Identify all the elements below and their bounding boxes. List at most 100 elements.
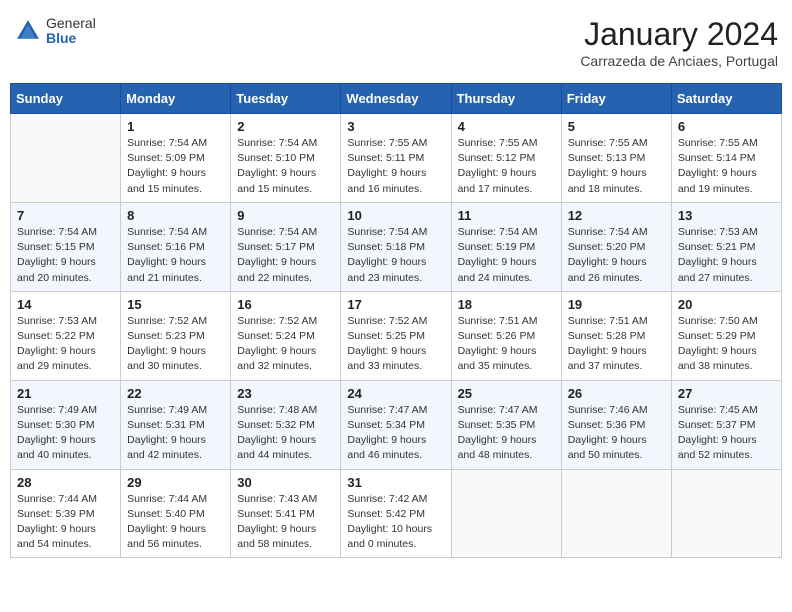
- calendar-cell: 28 Sunrise: 7:44 AM Sunset: 5:39 PM Dayl…: [11, 469, 121, 558]
- daylight-text: Daylight: 9 hours and 30 minutes.: [127, 345, 206, 372]
- calendar-cell: 12 Sunrise: 7:54 AM Sunset: 5:20 PM Dayl…: [561, 202, 671, 291]
- sunrise-text: Sunrise: 7:46 AM: [568, 404, 648, 416]
- day-info: Sunrise: 7:47 AM Sunset: 5:34 PM Dayligh…: [347, 403, 444, 464]
- sunset-text: Sunset: 5:24 PM: [237, 330, 315, 342]
- sunset-text: Sunset: 5:21 PM: [678, 241, 756, 253]
- day-number: 8: [127, 208, 224, 223]
- sunrise-text: Sunrise: 7:55 AM: [458, 137, 538, 149]
- daylight-text: Daylight: 9 hours and 23 minutes.: [347, 256, 426, 283]
- sunrise-text: Sunrise: 7:51 AM: [458, 315, 538, 327]
- calendar-cell: 1 Sunrise: 7:54 AM Sunset: 5:09 PM Dayli…: [121, 114, 231, 203]
- day-info: Sunrise: 7:49 AM Sunset: 5:30 PM Dayligh…: [17, 403, 114, 464]
- calendar-header: Sunday Monday Tuesday Wednesday Thursday…: [11, 84, 782, 114]
- month-title: January 2024: [580, 16, 778, 53]
- sunrise-text: Sunrise: 7:45 AM: [678, 404, 758, 416]
- sunset-text: Sunset: 5:20 PM: [568, 241, 646, 253]
- sunrise-text: Sunrise: 7:42 AM: [347, 493, 427, 505]
- calendar-cell: 7 Sunrise: 7:54 AM Sunset: 5:15 PM Dayli…: [11, 202, 121, 291]
- sunset-text: Sunset: 5:42 PM: [347, 508, 425, 520]
- logo-general-text: General: [46, 16, 96, 31]
- daylight-text: Daylight: 10 hours and 0 minutes.: [347, 523, 432, 550]
- logo-text: General Blue: [46, 16, 96, 47]
- day-number: 17: [347, 297, 444, 312]
- sunrise-text: Sunrise: 7:54 AM: [127, 226, 207, 238]
- sunrise-text: Sunrise: 7:49 AM: [127, 404, 207, 416]
- daylight-text: Daylight: 9 hours and 32 minutes.: [237, 345, 316, 372]
- day-number: 29: [127, 475, 224, 490]
- sunset-text: Sunset: 5:39 PM: [17, 508, 95, 520]
- day-info: Sunrise: 7:53 AM Sunset: 5:21 PM Dayligh…: [678, 225, 775, 286]
- day-number: 18: [458, 297, 555, 312]
- sunrise-text: Sunrise: 7:54 AM: [17, 226, 97, 238]
- sunset-text: Sunset: 5:18 PM: [347, 241, 425, 253]
- day-info: Sunrise: 7:53 AM Sunset: 5:22 PM Dayligh…: [17, 314, 114, 375]
- sunset-text: Sunset: 5:14 PM: [678, 152, 756, 164]
- day-number: 5: [568, 119, 665, 134]
- sunset-text: Sunset: 5:25 PM: [347, 330, 425, 342]
- sunset-text: Sunset: 5:40 PM: [127, 508, 205, 520]
- day-info: Sunrise: 7:54 AM Sunset: 5:17 PM Dayligh…: [237, 225, 334, 286]
- calendar-cell: [561, 469, 671, 558]
- calendar-week-3: 14 Sunrise: 7:53 AM Sunset: 5:22 PM Dayl…: [11, 291, 782, 380]
- calendar-cell: 11 Sunrise: 7:54 AM Sunset: 5:19 PM Dayl…: [451, 202, 561, 291]
- calendar-cell: 21 Sunrise: 7:49 AM Sunset: 5:30 PM Dayl…: [11, 380, 121, 469]
- col-wednesday: Wednesday: [341, 84, 451, 114]
- calendar-cell: 31 Sunrise: 7:42 AM Sunset: 5:42 PM Dayl…: [341, 469, 451, 558]
- col-tuesday: Tuesday: [231, 84, 341, 114]
- sunset-text: Sunset: 5:29 PM: [678, 330, 756, 342]
- sunrise-text: Sunrise: 7:55 AM: [347, 137, 427, 149]
- sunrise-text: Sunrise: 7:47 AM: [458, 404, 538, 416]
- logo-blue-text: Blue: [46, 31, 96, 46]
- day-info: Sunrise: 7:54 AM Sunset: 5:19 PM Dayligh…: [458, 225, 555, 286]
- day-number: 3: [347, 119, 444, 134]
- daylight-text: Daylight: 9 hours and 18 minutes.: [568, 167, 647, 194]
- day-number: 20: [678, 297, 775, 312]
- calendar-cell: 26 Sunrise: 7:46 AM Sunset: 5:36 PM Dayl…: [561, 380, 671, 469]
- daylight-text: Daylight: 9 hours and 15 minutes.: [127, 167, 206, 194]
- sunset-text: Sunset: 5:31 PM: [127, 419, 205, 431]
- col-monday: Monday: [121, 84, 231, 114]
- day-number: 28: [17, 475, 114, 490]
- calendar-cell: 27 Sunrise: 7:45 AM Sunset: 5:37 PM Dayl…: [671, 380, 781, 469]
- daylight-text: Daylight: 9 hours and 54 minutes.: [17, 523, 96, 550]
- calendar-cell: 17 Sunrise: 7:52 AM Sunset: 5:25 PM Dayl…: [341, 291, 451, 380]
- sunset-text: Sunset: 5:26 PM: [458, 330, 536, 342]
- sunset-text: Sunset: 5:37 PM: [678, 419, 756, 431]
- day-info: Sunrise: 7:47 AM Sunset: 5:35 PM Dayligh…: [458, 403, 555, 464]
- col-thursday: Thursday: [451, 84, 561, 114]
- sunset-text: Sunset: 5:22 PM: [17, 330, 95, 342]
- sunrise-text: Sunrise: 7:44 AM: [17, 493, 97, 505]
- day-number: 23: [237, 386, 334, 401]
- logo: General Blue: [14, 16, 96, 47]
- sunset-text: Sunset: 5:19 PM: [458, 241, 536, 253]
- daylight-text: Daylight: 9 hours and 58 minutes.: [237, 523, 316, 550]
- day-info: Sunrise: 7:45 AM Sunset: 5:37 PM Dayligh…: [678, 403, 775, 464]
- daylight-text: Daylight: 9 hours and 20 minutes.: [17, 256, 96, 283]
- calendar-cell: [671, 469, 781, 558]
- day-number: 30: [237, 475, 334, 490]
- col-sunday: Sunday: [11, 84, 121, 114]
- daylight-text: Daylight: 9 hours and 29 minutes.: [17, 345, 96, 372]
- daylight-text: Daylight: 9 hours and 38 minutes.: [678, 345, 757, 372]
- sunrise-text: Sunrise: 7:49 AM: [17, 404, 97, 416]
- day-info: Sunrise: 7:51 AM Sunset: 5:28 PM Dayligh…: [568, 314, 665, 375]
- sunrise-text: Sunrise: 7:51 AM: [568, 315, 648, 327]
- calendar-cell: 19 Sunrise: 7:51 AM Sunset: 5:28 PM Dayl…: [561, 291, 671, 380]
- day-info: Sunrise: 7:48 AM Sunset: 5:32 PM Dayligh…: [237, 403, 334, 464]
- calendar-cell: 30 Sunrise: 7:43 AM Sunset: 5:41 PM Dayl…: [231, 469, 341, 558]
- page-header: General Blue January 2024 Carrazeda de A…: [10, 10, 782, 75]
- day-number: 14: [17, 297, 114, 312]
- sunrise-text: Sunrise: 7:52 AM: [237, 315, 317, 327]
- sunset-text: Sunset: 5:36 PM: [568, 419, 646, 431]
- day-number: 12: [568, 208, 665, 223]
- sunset-text: Sunset: 5:30 PM: [17, 419, 95, 431]
- calendar-cell: 5 Sunrise: 7:55 AM Sunset: 5:13 PM Dayli…: [561, 114, 671, 203]
- sunset-text: Sunset: 5:13 PM: [568, 152, 646, 164]
- calendar-cell: 3 Sunrise: 7:55 AM Sunset: 5:11 PM Dayli…: [341, 114, 451, 203]
- day-info: Sunrise: 7:54 AM Sunset: 5:09 PM Dayligh…: [127, 136, 224, 197]
- day-info: Sunrise: 7:55 AM Sunset: 5:11 PM Dayligh…: [347, 136, 444, 197]
- daylight-text: Daylight: 9 hours and 22 minutes.: [237, 256, 316, 283]
- col-saturday: Saturday: [671, 84, 781, 114]
- daylight-text: Daylight: 9 hours and 27 minutes.: [678, 256, 757, 283]
- daylight-text: Daylight: 9 hours and 40 minutes.: [17, 434, 96, 461]
